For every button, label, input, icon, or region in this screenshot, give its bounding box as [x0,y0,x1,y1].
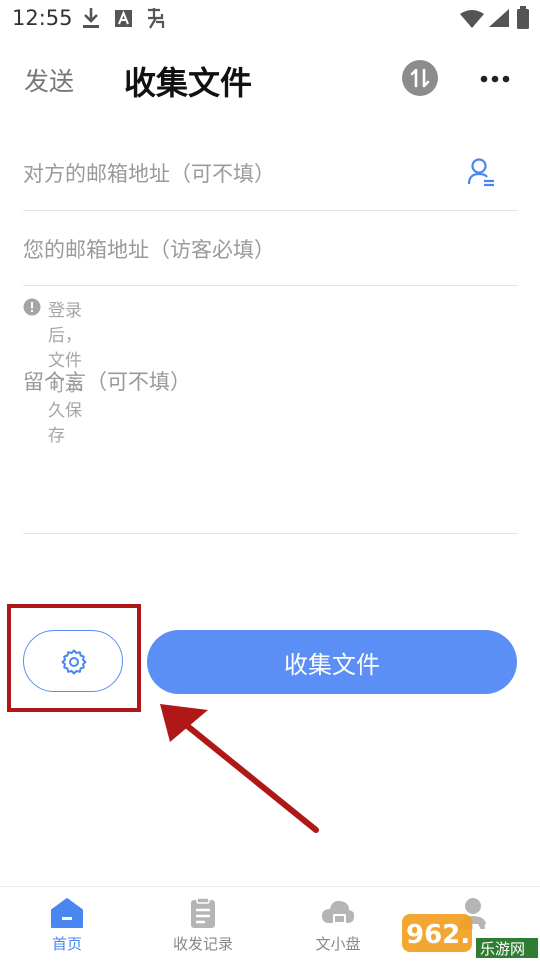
message-placeholder: 留个言（可不填） [23,370,191,394]
contact-icon[interactable] [467,156,497,190]
divider [23,533,518,534]
recipient-email-field[interactable]: 对方的邮箱地址（可不填） [23,154,518,194]
message-input[interactable]: 留个言（可不填） [23,362,518,532]
recipient-email-placeholder: 对方的邮箱地址（可不填） [23,162,275,186]
nav-label: 文小盘 [315,935,361,953]
annotation-arrow [160,704,319,833]
info-icon [23,298,41,316]
battery-icon [517,6,529,29]
sender-email-placeholder: 您的邮箱地址（访客必填） [23,238,275,262]
swap-vertical-icon [410,68,430,88]
nav-item-records[interactable]: 收发记录 [158,887,248,961]
cloud-disk-icon [322,900,355,924]
more-horizontal-icon [480,75,510,83]
sender-email-field[interactable]: 您的邮箱地址（访客必填） [23,230,518,270]
divider [23,285,518,286]
download-icon [83,8,99,28]
status-bar: 12:55 [0,0,540,38]
clipboard-icon [191,897,215,928]
signal-icon [489,9,509,27]
nav-label: 收发记录 [172,935,233,953]
wifi-icon [460,10,484,28]
swap-button[interactable] [402,60,438,96]
collect-files-button[interactable]: 收集文件 [147,630,517,694]
divider [23,210,518,211]
nav-item-disk[interactable]: 文小盘 [293,887,383,961]
watermark-site: 乐游网 [480,940,525,958]
nav-item-home[interactable]: 首页 [22,887,112,961]
nav-label: 首页 [51,935,82,953]
send-tab[interactable]: 发送 [24,62,74,98]
page-title: 收集文件 [124,64,253,102]
watermark-logo: 962.NET 乐游网 [402,914,538,958]
annotation-highlight-box [7,604,141,712]
chinese-glyph-icon [148,8,165,29]
home-icon [51,898,83,928]
more-button[interactable] [474,64,518,94]
a-badge-icon [115,10,132,27]
status-time: 12:55 [12,6,73,30]
